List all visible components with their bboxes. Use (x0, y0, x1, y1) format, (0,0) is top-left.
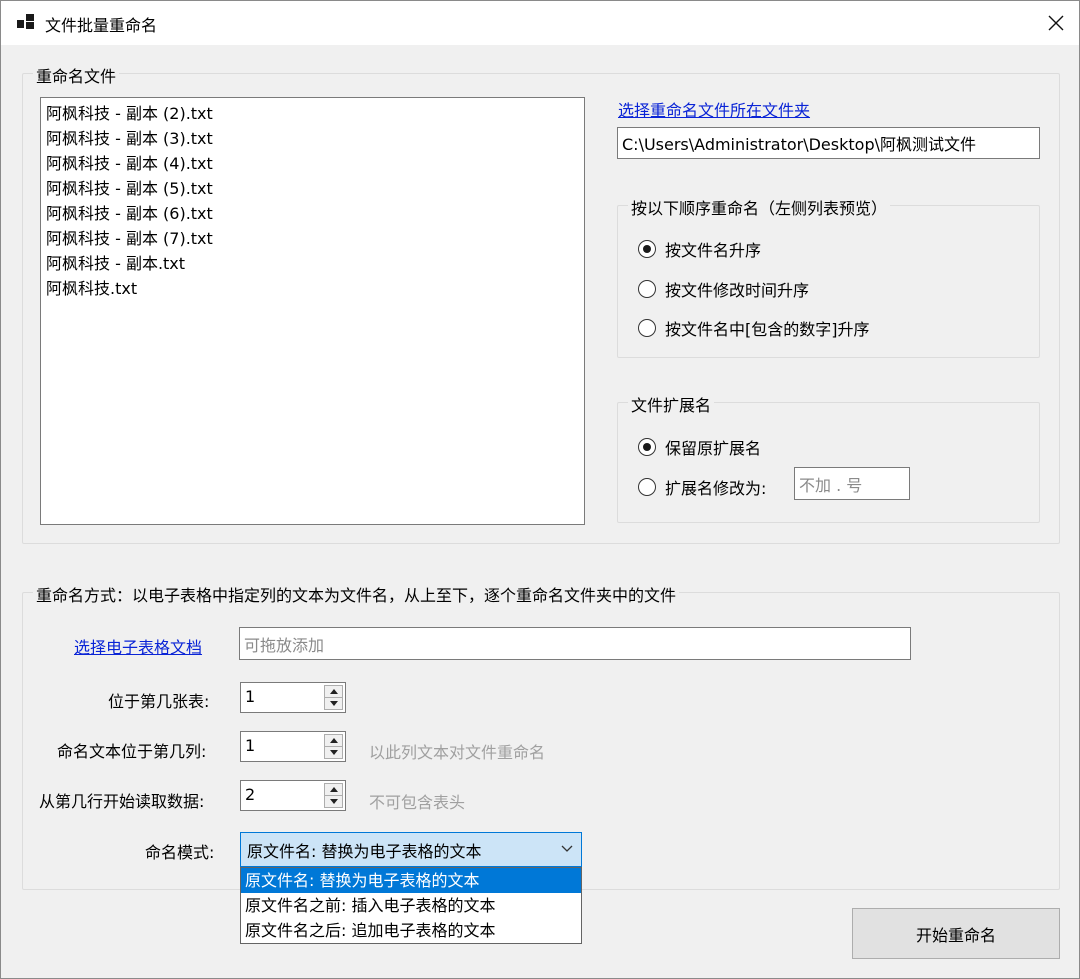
sort-by-number-label: 按文件名中[包含的数字]升序 (665, 320, 870, 339)
extension-group: 文件扩展名 (617, 392, 1040, 523)
sheet-index-value[interactable]: 1 (245, 687, 255, 706)
sort-by-mtime-label: 按文件修改时间升序 (665, 281, 810, 300)
rename-method-legend: 重命名方式：以电子表格中指定列的文本为文件名，从上至下，逐个重命名文件夹中的文件 (33, 582, 680, 606)
spreadsheet-path-field[interactable]: 可拖放添加 (239, 627, 911, 660)
sort-by-number-option[interactable]: 按文件名中[包含的数字]升序 (638, 316, 870, 340)
order-group-legend: 按以下顺序重命名（左侧列表预览） (628, 195, 891, 219)
naming-mode-select[interactable]: 原文件名: 替换为电子表格的文本 (240, 832, 582, 867)
list-item[interactable]: 阿枫科技 - 副本 (5).txt (46, 176, 579, 201)
naming-mode-selected: 原文件名: 替换为电子表格的文本 (247, 841, 482, 861)
stepper-down-button[interactable] (324, 698, 343, 710)
list-item[interactable]: 阿枫科技 - 副本.txt (46, 251, 579, 276)
start-row-label: 从第几行开始读取数据: (39, 792, 205, 811)
radio-button[interactable] (638, 280, 656, 298)
select-spreadsheet-link[interactable]: 选择电子表格文档 (74, 634, 202, 658)
dropdown-option[interactable]: 原文件名: 替换为电子表格的文本 (241, 868, 581, 893)
triangle-down-icon (329, 750, 338, 755)
triangle-down-icon (329, 799, 338, 804)
start-rename-button[interactable]: 开始重命名 (852, 908, 1060, 959)
column-index-stepper[interactable]: 1 (240, 731, 346, 762)
window-title: 文件批量重命名 (45, 16, 158, 35)
stepper-up-button[interactable] (324, 783, 343, 796)
list-item[interactable]: 阿枫科技 - 副本 (2).txt (46, 101, 579, 126)
list-item[interactable]: 阿枫科技 - 副本 (6).txt (46, 201, 579, 226)
keep-extension-label: 保留原扩展名 (665, 439, 762, 458)
change-extension-label: 扩展名修改为: (665, 479, 767, 498)
sort-by-name-label: 按文件名升序 (665, 241, 762, 260)
start-row-value[interactable]: 2 (245, 785, 255, 804)
radio-button-checked[interactable] (638, 438, 656, 456)
triangle-up-icon (329, 738, 338, 743)
triangle-down-icon (329, 701, 338, 706)
stepper-up-button[interactable] (324, 734, 343, 747)
sheet-index-stepper[interactable]: 1 (240, 682, 346, 713)
chevron-down-icon (561, 845, 573, 852)
list-item[interactable]: 阿枫科技.txt (46, 276, 579, 301)
files-group-legend: 重命名文件 (33, 63, 120, 87)
app-icon (17, 14, 35, 30)
keep-extension-option[interactable]: 保留原扩展名 (638, 435, 761, 459)
sheet-index-label: 位于第几张表: (108, 692, 210, 711)
close-icon (1048, 15, 1064, 31)
column-index-value[interactable]: 1 (245, 736, 255, 755)
select-folder-link[interactable]: 选择重命名文件所在文件夹 (618, 97, 810, 121)
triangle-up-icon (329, 689, 338, 694)
app-window: 文件批量重命名 重命名文件 阿枫科技 - 副本 (2).txt 阿枫科技 - 副… (0, 0, 1080, 979)
radio-button[interactable] (638, 478, 656, 496)
sort-by-mtime-option[interactable]: 按文件修改时间升序 (638, 277, 809, 301)
close-button[interactable] (1033, 1, 1079, 45)
list-item[interactable]: 阿枫科技 - 副本 (4).txt (46, 151, 579, 176)
start-row-hint: 不可包含表头 (369, 793, 466, 812)
naming-mode-label: 命名模式: (145, 843, 215, 862)
column-index-label: 命名文本位于第几列: (57, 742, 207, 761)
stepper-up-button[interactable] (324, 685, 343, 698)
naming-mode-dropdown: 原文件名: 替换为电子表格的文本 原文件名之前: 插入电子表格的文本 原文件名之… (240, 867, 582, 944)
radio-button[interactable] (638, 319, 656, 337)
file-list[interactable]: 阿枫科技 - 副本 (2).txt 阿枫科技 - 副本 (3).txt 阿枫科技… (40, 97, 585, 525)
list-item[interactable]: 阿枫科技 - 副本 (7).txt (46, 226, 579, 251)
dropdown-option[interactable]: 原文件名之前: 插入电子表格的文本 (241, 893, 581, 918)
column-hint: 以此列文本对文件重命名 (369, 743, 546, 762)
title-bar: 文件批量重命名 (1, 1, 1079, 45)
list-item[interactable]: 阿枫科技 - 副本 (3).txt (46, 126, 579, 151)
sort-by-name-option[interactable]: 按文件名升序 (638, 237, 761, 261)
dropdown-option[interactable]: 原文件名之后: 追加电子表格的文本 (241, 918, 581, 943)
stepper-down-button[interactable] (324, 747, 343, 759)
radio-button-checked[interactable] (638, 240, 656, 258)
stepper-down-button[interactable] (324, 796, 343, 808)
extension-input[interactable]: 不加 . 号 (794, 467, 910, 500)
change-extension-option[interactable]: 扩展名修改为: (638, 475, 766, 499)
extension-group-legend: 文件扩展名 (628, 392, 715, 416)
start-row-stepper[interactable]: 2 (240, 780, 346, 811)
triangle-up-icon (329, 787, 338, 792)
folder-path-field[interactable]: C:\Users\Administrator\Desktop\阿枫测试文件 (617, 127, 1040, 159)
